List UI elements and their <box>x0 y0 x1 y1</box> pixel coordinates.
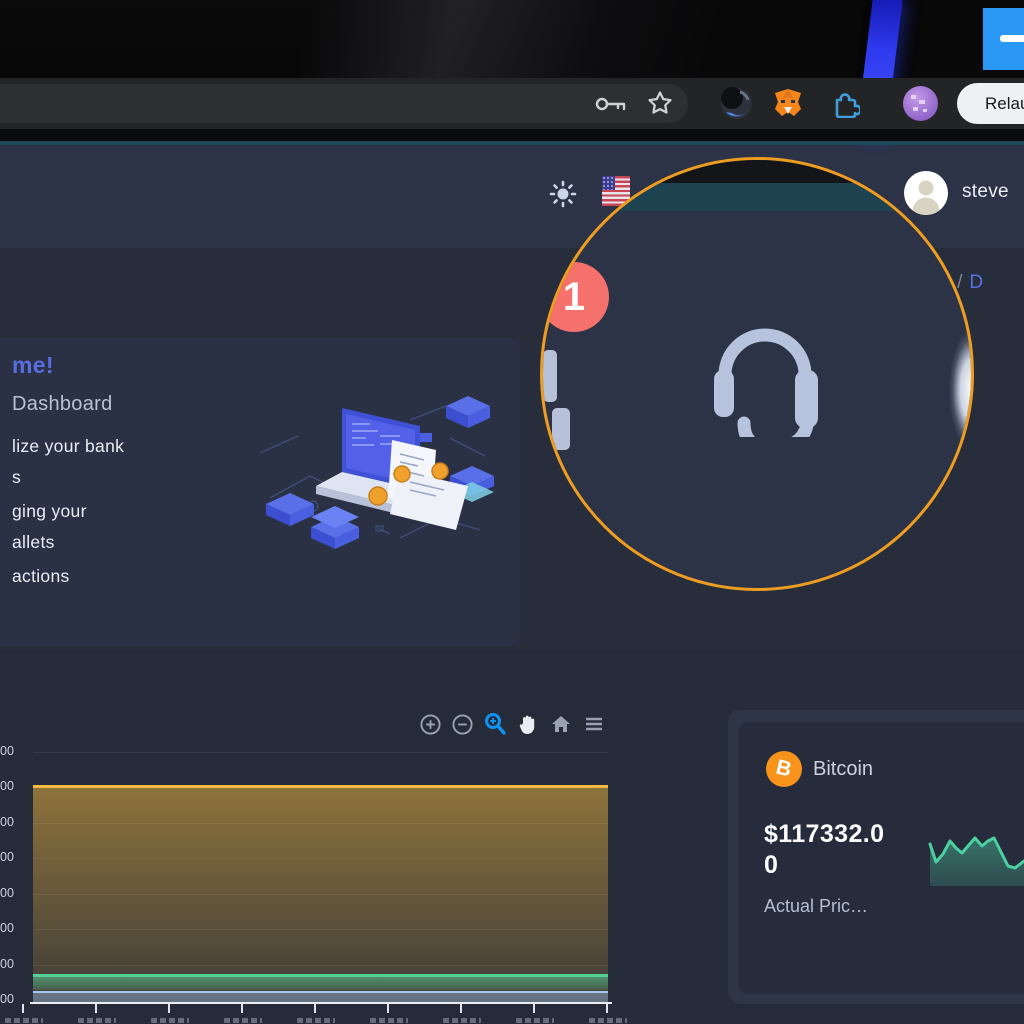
bitcoin-price-line1: $117332.0 <box>764 820 884 849</box>
bell-icon-fragment <box>552 408 570 450</box>
magnifier-lens: 1 <box>540 157 974 591</box>
chrome-bottom-strip <box>0 129 1024 141</box>
avatar-edge-fragment <box>923 300 974 480</box>
headset-support-icon[interactable] <box>700 307 830 437</box>
address-bar[interactable] <box>0 84 688 123</box>
bitcoin-price-line2: 0 <box>764 851 778 880</box>
banking-illustration <box>250 378 500 553</box>
y-axis-label: 00 <box>0 921 18 935</box>
lens-teal-border-strip <box>543 183 971 211</box>
chart-area-yellow-series[interactable] <box>33 785 608 1003</box>
screen: Relau steve ds/D me! Dashboard lize your… <box>0 0 1024 1024</box>
bitcoin-sparkline <box>928 824 1024 888</box>
browser-toolbar: Relau <box>0 78 1024 129</box>
star-bookmark-icon[interactable] <box>645 88 675 118</box>
welcome-body-line: lize your bank <box>12 436 124 457</box>
y-axis-label: 00 <box>0 992 18 1006</box>
bitcoin-icon: B <box>766 751 802 787</box>
welcome-body-line: allets <box>12 532 55 553</box>
lens-browser-strip <box>543 160 971 183</box>
zoom-out-icon[interactable] <box>451 713 474 736</box>
welcome-subtitle-fragment: Dashboard <box>12 393 113 416</box>
y-axis-label: 00 <box>0 886 18 900</box>
chart-area-blue-series[interactable] <box>33 991 608 1002</box>
breadcrumb-current[interactable]: D <box>969 272 983 293</box>
minimize-dash-icon <box>1000 35 1024 42</box>
extensions-puzzle-icon[interactable] <box>830 88 860 118</box>
y-axis-label: 00 <box>0 957 18 971</box>
y-axis-label: 00 <box>0 850 18 864</box>
menu-icon[interactable] <box>582 712 606 736</box>
selection-zoom-icon[interactable] <box>483 712 507 736</box>
bitcoin-name-label: Bitcoin <box>813 758 873 781</box>
notification-badge: 1 <box>540 262 609 332</box>
welcome-title-fragment: me! <box>12 352 54 379</box>
update-banner <box>983 8 1024 70</box>
chart-toolbar <box>419 712 606 736</box>
moon-extension-icon[interactable] <box>720 87 753 120</box>
page-top-border <box>0 141 1024 145</box>
y-axis-label: 00 <box>0 744 18 758</box>
pan-hand-icon[interactable] <box>516 712 540 736</box>
welcome-body-line: ging your <box>12 501 87 522</box>
y-axis-label: 00 <box>0 815 18 829</box>
bell-icon-fragment <box>543 350 557 402</box>
metamask-icon[interactable] <box>772 87 804 119</box>
relaunch-button[interactable]: Relau <box>957 83 1024 124</box>
zoom-in-icon[interactable] <box>419 713 442 736</box>
bitcoin-subtitle: Actual Pric… <box>764 896 868 917</box>
welcome-body-line: actions <box>12 566 70 587</box>
browser-profile-avatar[interactable] <box>903 86 938 121</box>
key-icon[interactable] <box>594 92 628 116</box>
x-axis-line <box>30 1002 612 1004</box>
welcome-body-line: s <box>12 467 21 488</box>
home-reset-icon[interactable] <box>549 712 573 736</box>
chart-area-green-series[interactable] <box>33 974 608 990</box>
y-axis-label: 00 <box>0 779 18 793</box>
